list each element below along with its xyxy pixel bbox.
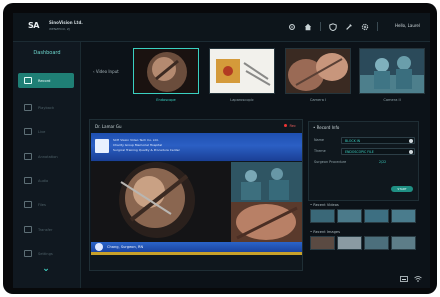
caption-text: Chang, Surgeon, RN xyxy=(107,245,144,249)
recent-videos-title: • Recent Videos xyxy=(310,203,339,207)
annotation-icon xyxy=(24,153,32,160)
video-preview[interactable] xyxy=(391,209,416,223)
sidebar-item-label: Settings xyxy=(38,251,53,256)
toolbar-divider xyxy=(320,22,321,31)
name-label: Name xyxy=(314,138,325,142)
image-preview[interactable] xyxy=(337,236,362,250)
theme-value: ENDOSCOPIC FILE xyxy=(345,150,374,154)
record-icon xyxy=(24,77,32,84)
company-name: SinoVision Ltd. xyxy=(49,20,83,25)
chevron-down-icon[interactable]: ⌄ xyxy=(39,264,53,274)
start-button[interactable]: START xyxy=(391,186,413,192)
sidebar-item-label: Audio xyxy=(38,178,49,183)
keyboard-icon[interactable] xyxy=(400,276,408,282)
hospital-seal-icon xyxy=(95,243,103,251)
source-camera-1[interactable] xyxy=(285,48,351,94)
gear-icon[interactable] xyxy=(361,23,369,31)
image-preview[interactable] xyxy=(364,236,389,250)
surgery-video-frame xyxy=(91,162,302,242)
source-label: Camera II xyxy=(383,98,401,102)
name-knob-icon xyxy=(409,139,413,143)
procedure-value[interactable]: 2/22 xyxy=(379,160,386,164)
endoscope-preview xyxy=(134,49,198,93)
sidebar-item-playback[interactable]: Playback xyxy=(18,100,74,115)
hospital-banner: SCH Vision Video Tech Co. Ltd. Charity G… xyxy=(91,133,302,161)
shield-icon[interactable] xyxy=(329,22,337,31)
sidebar-item-label: Playback xyxy=(38,105,55,110)
hospital-logo-icon xyxy=(95,139,109,153)
sidebar-item-files[interactable]: Files xyxy=(18,197,74,212)
video-preview[interactable] xyxy=(310,209,335,223)
status-icons xyxy=(400,276,422,282)
app-screen: SA SinoVision Ltd. WENZHOU, ZJ Hello, La… xyxy=(13,13,430,288)
banner-line: SCH Vision Video Tech Co. Ltd. xyxy=(113,138,159,142)
record-dot-icon xyxy=(284,124,288,127)
brand-logo: SA xyxy=(28,21,39,30)
source-laparoscopic[interactable] xyxy=(209,48,275,94)
camera-1-preview xyxy=(286,49,350,93)
surgery-video[interactable] xyxy=(91,162,302,242)
source-label: Camera I xyxy=(309,98,327,102)
banner-line: Charity Group Memorial Hospital xyxy=(113,143,163,147)
home-icon[interactable] xyxy=(304,23,312,31)
sidebar-item-settings[interactable]: Settings xyxy=(18,246,74,261)
record-state-label: Rec xyxy=(289,124,296,128)
source-endoscope[interactable] xyxy=(133,48,199,94)
main-video-panel: Dr. Lamar Gu Rec SCH Vision Video Tech C… xyxy=(89,119,303,271)
procedure-label: Surgeon Procedure xyxy=(314,160,347,164)
name-value: BLOCK IN xyxy=(345,139,361,143)
caption-accent xyxy=(91,252,302,255)
settings-icon xyxy=(24,250,32,257)
toolbar-divider xyxy=(377,22,378,31)
sidebar-item-label: Live xyxy=(38,129,46,134)
video-input-label[interactable]: ‹ Video Input xyxy=(93,69,119,74)
sidebar-item-live[interactable]: Live xyxy=(18,124,74,139)
sidebar-item-label: Record xyxy=(38,78,51,83)
files-icon xyxy=(24,201,32,208)
recent-images-title: • Recent Images xyxy=(310,230,340,234)
source-label: Endoscope xyxy=(156,98,176,102)
sidebar-title: Dashboard xyxy=(33,50,61,56)
name-field[interactable]: BLOCK IN xyxy=(341,137,415,144)
source-label: Laparoscopic xyxy=(230,98,254,102)
doctor-name: Dr. Lamar Gu xyxy=(95,124,122,129)
user-menu[interactable]: Hello, Laurel xyxy=(395,23,420,28)
audio-icon xyxy=(24,177,32,184)
sidebar-item-audio[interactable]: Audio xyxy=(18,173,74,188)
video-preview[interactable] xyxy=(364,209,389,223)
record-info-panel: • Record Info Name BLOCK IN Theme ENDOSC… xyxy=(308,121,419,201)
image-preview[interactable] xyxy=(391,236,416,250)
company-subtitle: WENZHOU, ZJ xyxy=(49,27,70,31)
playback-icon xyxy=(24,104,32,111)
theme-knob-icon xyxy=(409,150,413,154)
transfer-icon xyxy=(24,226,32,233)
source-camera-2[interactable] xyxy=(359,48,425,94)
top-toolbar xyxy=(288,22,378,31)
camera-2-preview xyxy=(360,49,424,93)
theme-select[interactable]: ENDOSCOPIC FILE xyxy=(341,148,415,155)
sidebar: Dashboard Record Playback Live Annotatio… xyxy=(13,42,81,288)
settings-icon[interactable] xyxy=(288,23,296,31)
top-bar: SA SinoVision Ltd. WENZHOU, ZJ Hello, La… xyxy=(13,13,430,42)
sidebar-item-label: Annotation xyxy=(38,154,58,159)
sidebar-item-record[interactable]: Record xyxy=(18,73,74,88)
sidebar-item-annotation[interactable]: Annotation xyxy=(18,149,74,164)
theme-label: Theme xyxy=(314,149,326,153)
sidebar-item-label: Transfer xyxy=(38,227,53,232)
caption-bar: Chang, Surgeon, RN xyxy=(91,242,302,252)
record-info-title: • Record Info xyxy=(313,125,340,130)
video-preview[interactable] xyxy=(337,209,362,223)
laparoscopic-preview xyxy=(210,49,274,93)
tools-icon[interactable] xyxy=(345,23,353,31)
banner-line: Surgical Training Quality & Procedure Ce… xyxy=(113,148,180,152)
wifi-icon[interactable] xyxy=(414,276,422,282)
sidebar-item-transfer[interactable]: Transfer xyxy=(18,222,74,237)
image-preview[interactable] xyxy=(310,236,335,250)
record-indicator[interactable]: Rec xyxy=(284,124,296,128)
live-icon xyxy=(24,128,32,135)
sidebar-item-label: Files xyxy=(38,202,46,207)
